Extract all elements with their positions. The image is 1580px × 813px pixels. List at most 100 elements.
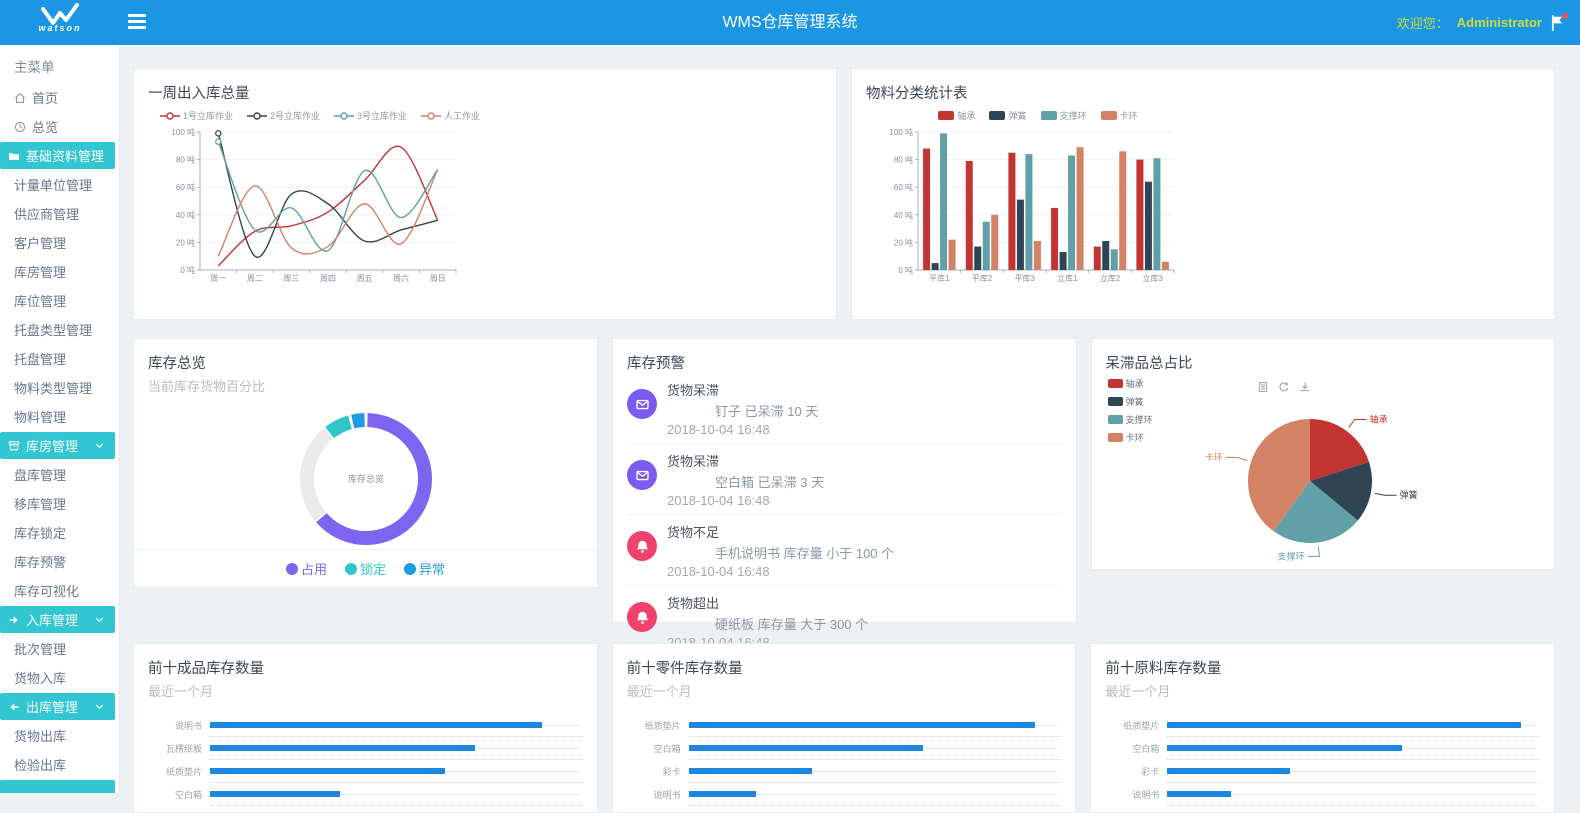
sidebar-item[interactable]: 库房管理 bbox=[0, 432, 115, 459]
sidebar-item-label: 库房管理 bbox=[14, 262, 66, 281]
svg-text:60 吨: 60 吨 bbox=[894, 182, 913, 192]
overview-icon bbox=[14, 121, 27, 133]
legend-item[interactable]: 异常 bbox=[404, 559, 445, 578]
legend-item[interactable]: 1号立库作业 bbox=[160, 109, 233, 122]
alert-title: 货物呆滞 bbox=[667, 451, 1062, 470]
donut-legend-marker bbox=[404, 563, 416, 575]
sidebar-item[interactable] bbox=[0, 780, 115, 793]
svg-text:周六: 周六 bbox=[393, 273, 409, 283]
sidebar-item[interactable]: 首页 bbox=[0, 83, 119, 112]
legend-item[interactable]: 轴承 bbox=[938, 109, 975, 122]
legend-item[interactable]: 3号立库作业 bbox=[334, 109, 407, 122]
svg-text:立库2: 立库2 bbox=[1100, 273, 1121, 283]
hbar-row-zone bbox=[689, 760, 1062, 783]
alert-item[interactable]: 货物不足手机说明书 库存量 小于 100 个2018-10-04 16:48 bbox=[627, 515, 1062, 586]
legend-item[interactable]: 弹簧 bbox=[989, 109, 1026, 122]
sidebar-item[interactable]: 库房管理 bbox=[0, 257, 119, 286]
svg-text:周四: 周四 bbox=[320, 274, 336, 283]
hbar-bar[interactable] bbox=[1167, 745, 1402, 751]
hbar-row-label: 彩卡 bbox=[627, 765, 689, 778]
card-stagnant-share: 呆滞品总占比 轴承弹簧支撑环卡环 轴承弹簧支撑环卡环 bbox=[1091, 338, 1556, 570]
alert-body: 货物不足手机说明书 库存量 小于 100 个2018-10-04 16:48 bbox=[667, 522, 1062, 579]
sidebar-item[interactable]: 基础资料管理 bbox=[0, 142, 115, 169]
alert-item[interactable]: 货物呆滞钉子 已呆滞 10 天2018-10-04 16:48 bbox=[627, 373, 1062, 444]
hbar-bar[interactable] bbox=[210, 791, 340, 797]
svg-text:100 吨: 100 吨 bbox=[889, 127, 913, 137]
sidebar-item[interactable]: 物料类型管理 bbox=[0, 373, 119, 402]
sidebar-item-label: 库存预警 bbox=[14, 552, 66, 571]
hbar-row-label: 彩卡 bbox=[1105, 765, 1167, 778]
sidebar-item[interactable]: 托盘管理 bbox=[0, 344, 119, 373]
sidebar-item[interactable]: 库存预警 bbox=[0, 547, 119, 576]
legend-item[interactable]: 2号立库作业 bbox=[247, 109, 320, 122]
sidebar-item[interactable]: 客户管理 bbox=[0, 228, 119, 257]
svg-text:60 吨: 60 吨 bbox=[176, 182, 195, 192]
sidebar-item[interactable]: 库存锁定 bbox=[0, 518, 119, 547]
card-top-raw: 前十原料库存数量 最近一个月 纸质垫片空白箱彩卡说明书 bbox=[1090, 643, 1555, 813]
username[interactable]: Administrator bbox=[1457, 15, 1542, 30]
hbar-bar[interactable] bbox=[1167, 791, 1230, 797]
hbar-row: 说明书 bbox=[627, 783, 1062, 806]
chart-title: 库存总览 bbox=[148, 352, 583, 373]
hbar-bar[interactable] bbox=[689, 768, 812, 774]
legend-item[interactable]: 支撑环 bbox=[1041, 109, 1087, 122]
hbar-row-zone bbox=[210, 737, 583, 760]
donut-legend-marker bbox=[345, 563, 357, 575]
stagnant-pie-chart: 轴承弹簧支撑环卡环 bbox=[1092, 339, 1529, 571]
hbar-row-zone bbox=[1167, 737, 1540, 760]
sidebar-item-label: 盘库管理 bbox=[14, 465, 66, 484]
sidebar-item-label: 货物出库 bbox=[14, 726, 66, 745]
svg-text:周五: 周五 bbox=[357, 274, 373, 283]
sidebar-item[interactable]: 供应商管理 bbox=[0, 199, 119, 228]
card-material-stats: 物料分类统计表 轴承弹簧支撑环卡环 0 吨20 吨40 吨60 吨80 吨100… bbox=[851, 68, 1555, 320]
sidebar-item[interactable]: 库位管理 bbox=[0, 286, 119, 315]
hbar-bar[interactable] bbox=[210, 722, 542, 728]
notification-flag-icon[interactable] bbox=[1550, 15, 1566, 31]
hbar-row: 彩卡 bbox=[627, 760, 1062, 783]
sidebar-item-label: 检验出库 bbox=[14, 755, 66, 774]
hbar-bar[interactable] bbox=[689, 745, 924, 751]
sidebar-item-label: 物料管理 bbox=[14, 407, 66, 426]
legend-item[interactable]: 锁定 bbox=[345, 559, 386, 578]
chevron-down-icon bbox=[94, 701, 107, 712]
sidebar-item[interactable]: 出库管理 bbox=[0, 693, 115, 720]
sidebar-item-label: 物料类型管理 bbox=[14, 378, 92, 397]
hbar-row-label: 说明书 bbox=[1105, 788, 1167, 801]
hbar-bar[interactable] bbox=[1167, 722, 1521, 728]
svg-text:20 吨: 20 吨 bbox=[176, 237, 195, 247]
sidebar-item[interactable]: 物料管理 bbox=[0, 402, 119, 431]
card-top-parts: 前十零件库存数量 最近一个月 纸质垫片空白箱彩卡说明书 bbox=[612, 643, 1077, 813]
legend-item[interactable]: 人工作业 bbox=[421, 109, 480, 122]
legend-item[interactable]: 卡环 bbox=[1101, 109, 1138, 122]
welcome-label: 欢迎您： bbox=[1397, 13, 1449, 32]
hbar-bar[interactable] bbox=[689, 791, 756, 797]
svg-text:支撑环: 支撑环 bbox=[1277, 550, 1304, 561]
hbar-row: 空白箱 bbox=[1105, 737, 1540, 760]
sidebar-item[interactable]: 托盘类型管理 bbox=[0, 315, 119, 344]
alert-item[interactable]: 货物呆滞空白箱 已呆滞 3 天2018-10-04 16:48 bbox=[627, 444, 1062, 515]
hbar-bar[interactable] bbox=[210, 745, 475, 751]
alert-description: 手机说明书 库存量 小于 100 个 bbox=[715, 543, 1062, 562]
sidebar-item[interactable]: 货物入库 bbox=[0, 663, 119, 692]
sidebar-item[interactable]: 总览 bbox=[0, 112, 119, 141]
sidebar-item[interactable]: 移库管理 bbox=[0, 489, 119, 518]
sidebar-item[interactable]: 入库管理 bbox=[0, 606, 115, 633]
alert-description: 钉子 已呆滞 10 天 bbox=[715, 401, 1062, 420]
sidebar-item[interactable]: 批次管理 bbox=[0, 634, 119, 663]
hbar-bar[interactable] bbox=[210, 768, 445, 774]
arrow-right-icon bbox=[8, 614, 21, 626]
hbar-row-label: 说明书 bbox=[627, 788, 689, 801]
sidebar-item[interactable]: 盘库管理 bbox=[0, 460, 119, 489]
weekly-io-line-chart: 0 吨20 吨40 吨60 吨80 吨100 吨周一周二周三周四周五周六周日 bbox=[160, 124, 470, 304]
hbar-row-label: 空白箱 bbox=[627, 742, 689, 755]
legend-item[interactable]: 占用 bbox=[286, 559, 327, 578]
sidebar-item[interactable]: 货物出库 bbox=[0, 721, 119, 750]
alert-title: 货物呆滞 bbox=[667, 380, 1062, 399]
sidebar-item[interactable]: 计量单位管理 bbox=[0, 170, 119, 199]
sidebar-item[interactable]: 库存可视化 bbox=[0, 576, 119, 605]
hbar-bar[interactable] bbox=[689, 722, 1036, 728]
hbar-row-zone bbox=[1167, 783, 1540, 806]
hbar-bar[interactable] bbox=[1167, 768, 1290, 774]
svg-text:80 吨: 80 吨 bbox=[176, 155, 195, 165]
sidebar-item[interactable]: 检验出库 bbox=[0, 750, 119, 779]
